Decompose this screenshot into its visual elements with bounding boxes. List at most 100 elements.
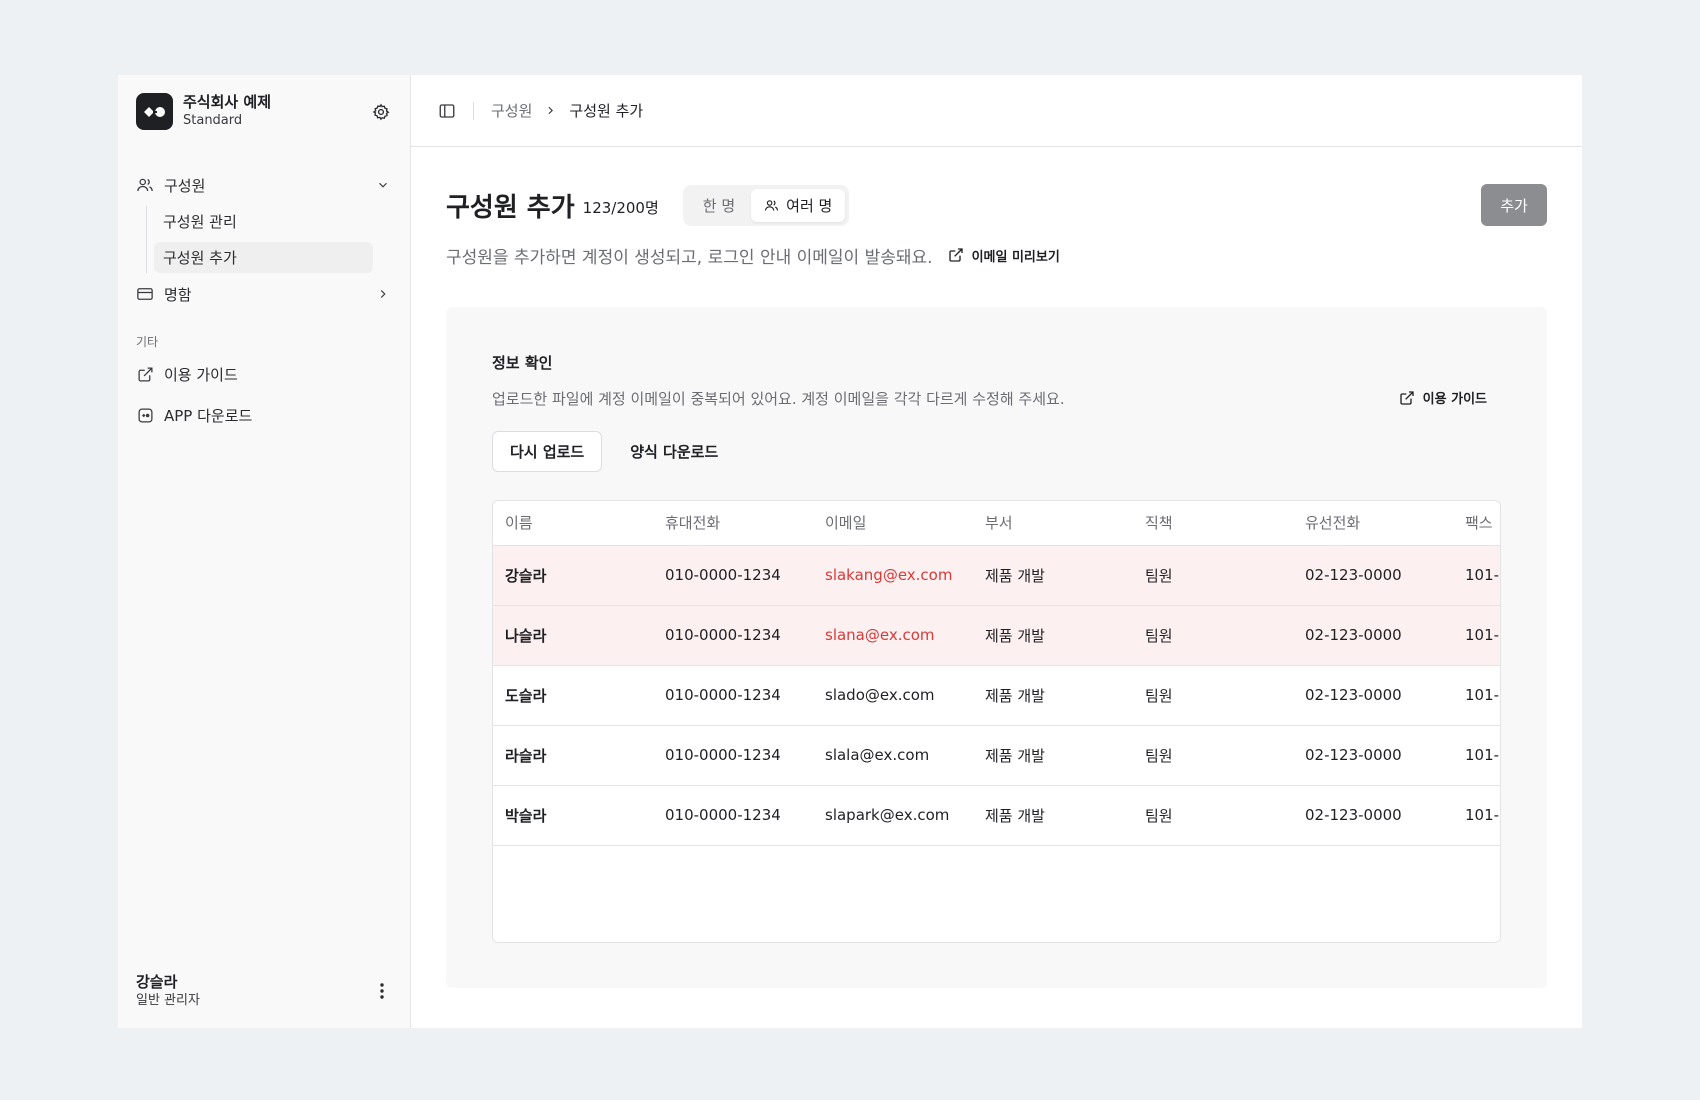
guide-link-label: 이용 가이드 <box>1422 392 1487 407</box>
breadcrumb-current: 구성원 추가 <box>569 102 644 120</box>
cell-mobile: 010-0000-1234 <box>653 605 813 666</box>
main-area: 구성원 구성원 추가 구성원 추가 123/200명 한 명 여러 명 추가 구… <box>411 75 1582 1028</box>
cell-position: 팀원 <box>1133 785 1293 846</box>
add-mode-toggle: 한 명 여러 명 <box>682 184 850 226</box>
chevron-down-icon <box>374 176 392 194</box>
cell-position: 팀원 <box>1133 665 1293 726</box>
add-button[interactable]: 추가 <box>1481 184 1547 226</box>
cell-phone: 02-123-0000 <box>1293 605 1453 666</box>
cell-name: 나슬라 <box>493 605 653 666</box>
app-icon <box>136 406 154 424</box>
kebab-icon[interactable] <box>372 981 392 1001</box>
sidebar-item-label: APP 다운로드 <box>164 406 253 425</box>
users-icon <box>764 198 779 213</box>
logo-icon <box>136 93 173 130</box>
external-link-icon <box>136 365 154 383</box>
cell-email: slado@ex.com <box>813 665 973 726</box>
app-window: 주식회사 예제 Standard 구성원 구성원 관리 구성원 추가 명함 기타… <box>118 75 1582 1028</box>
column-header: 팩스 <box>1453 501 1500 546</box>
sidebar: 주식회사 예제 Standard 구성원 구성원 관리 구성원 추가 명함 기타… <box>118 75 411 1028</box>
cell-position: 팀원 <box>1133 725 1293 786</box>
tab-multiple-label: 여러 명 <box>786 196 833 215</box>
breadcrumb: 구성원 구성원 추가 <box>491 100 643 121</box>
breadcrumb-parent[interactable]: 구성원 <box>491 100 532 121</box>
table-row[interactable]: 라슬라 010-0000-1234 slala@ex.com 제품 개발 팀원 … <box>493 725 1500 786</box>
table-row[interactable]: 강슬라 010-0000-1234 slakang@ex.com 제품 개발 팀… <box>493 545 1500 606</box>
tab-single[interactable]: 한 명 <box>687 189 751 222</box>
sidebar-item-members-manage[interactable]: 구성원 관리 <box>154 206 373 237</box>
info-check-panel: 정보 확인 업로드한 파일에 계정 이메일이 중복되어 있어요. 계정 이메일을… <box>446 307 1547 988</box>
table-header-row: 이름 휴대전화 이메일 부서 직책 유선전화 팩스 <box>493 501 1500 546</box>
sidebar-item-members-add[interactable]: 구성원 추가 <box>154 242 373 273</box>
cell-mobile: 010-0000-1234 <box>653 725 813 786</box>
table-row[interactable]: 도슬라 010-0000-1234 slado@ex.com 제품 개발 팀원 … <box>493 665 1500 726</box>
panel-description: 업로드한 파일에 계정 이메일이 중복되어 있어요. 계정 이메일을 각각 다르… <box>492 390 1065 408</box>
cell-fax: 101- <box>1453 725 1500 786</box>
sidebar-panel-icon[interactable] <box>437 101 457 121</box>
sidebar-item-guide[interactable]: 이용 가이드 <box>136 359 392 389</box>
email-preview-label: 이메일 미리보기 <box>971 249 1060 265</box>
cell-phone: 02-123-0000 <box>1293 725 1453 786</box>
cell-name: 박슬라 <box>493 785 653 846</box>
tab-multiple[interactable]: 여러 명 <box>751 188 846 222</box>
panel-title: 정보 확인 <box>492 354 553 372</box>
members-table: 이름 휴대전화 이메일 부서 직책 유선전화 팩스 강슬라 010-0000-1… <box>493 501 1500 846</box>
page-title: 구성원 추가 <box>446 192 575 223</box>
guide-link[interactable]: 이용 가이드 <box>1399 388 1487 407</box>
members-table-container[interactable]: 이름 휴대전화 이메일 부서 직책 유선전화 팩스 강슬라 010-0000-1… <box>492 500 1501 943</box>
user-role: 일반 관리자 <box>136 993 200 1008</box>
chevron-right-icon <box>374 285 392 303</box>
cell-mobile: 010-0000-1234 <box>653 545 813 606</box>
cell-name: 라슬라 <box>493 725 653 786</box>
cell-fax: 101- <box>1453 605 1500 666</box>
chevron-right-icon <box>544 104 557 117</box>
sidebar-item-label: 구성원 <box>164 176 206 195</box>
cell-email: slapark@ex.com <box>813 785 973 846</box>
table-row[interactable]: 나슬라 010-0000-1234 slana@ex.com 제품 개발 팀원 … <box>493 605 1500 666</box>
users-icon <box>136 176 154 194</box>
cell-dept: 제품 개발 <box>973 725 1133 786</box>
cell-dept: 제품 개발 <box>973 605 1133 666</box>
sidebar-item-members[interactable]: 구성원 <box>136 170 392 200</box>
cell-dept: 제품 개발 <box>973 665 1133 726</box>
column-header: 이름 <box>493 501 653 546</box>
page-description: 구성원을 추가하면 계정이 생성되고, 로그인 안내 이메일이 발송돼요. <box>446 247 933 268</box>
email-preview-link[interactable]: 이메일 미리보기 <box>948 246 1060 265</box>
cell-fax: 101- <box>1453 545 1500 606</box>
column-header: 직책 <box>1133 501 1293 546</box>
cell-mobile: 010-0000-1234 <box>653 785 813 846</box>
topbar: 구성원 구성원 추가 <box>411 75 1582 147</box>
cell-email: slala@ex.com <box>813 725 973 786</box>
panel-actions: 다시 업로드 양식 다운로드 <box>492 431 734 472</box>
sidebar-item-app-download[interactable]: APP 다운로드 <box>136 400 392 430</box>
section-label-etc: 기타 <box>136 335 159 349</box>
cell-mobile: 010-0000-1234 <box>653 665 813 726</box>
table-row[interactable]: 박슬라 010-0000-1234 slapark@ex.com 제품 개발 팀… <box>493 785 1500 846</box>
reupload-button[interactable]: 다시 업로드 <box>492 431 603 472</box>
member-count: 123/200명 <box>582 198 659 217</box>
members-subnav: 구성원 관리 구성원 추가 <box>146 206 392 273</box>
description-row: 구성원을 추가하면 계정이 생성되고, 로그인 안내 이메일이 발송돼요. 이메… <box>446 243 1060 268</box>
topbar-divider <box>473 101 474 120</box>
org-name: 주식회사 예제 <box>183 93 272 111</box>
cell-email[interactable]: slakang@ex.com <box>813 545 973 606</box>
org-plan: Standard <box>183 113 243 128</box>
cell-name: 강슬라 <box>493 545 653 606</box>
user-profile: 강슬라 일반 관리자 <box>136 972 392 1010</box>
cell-email[interactable]: slana@ex.com <box>813 605 973 666</box>
sidebar-nav: 구성원 구성원 관리 구성원 추가 명함 기타 이용 가이드 APP 다운로드 <box>136 170 392 441</box>
sidebar-item-cards[interactable]: 명함 <box>136 279 392 309</box>
column-header: 이메일 <box>813 501 973 546</box>
user-name: 강슬라 <box>136 973 178 991</box>
column-header: 부서 <box>973 501 1133 546</box>
external-link-icon <box>948 247 964 263</box>
template-download-button[interactable]: 양식 다운로드 <box>614 431 734 472</box>
card-icon <box>136 285 154 303</box>
cell-dept: 제품 개발 <box>973 785 1133 846</box>
cell-fax: 101- <box>1453 785 1500 846</box>
gear-icon[interactable] <box>370 101 392 123</box>
column-header: 유선전화 <box>1293 501 1453 546</box>
page-content: 구성원 추가 123/200명 한 명 여러 명 추가 구성원을 추가하면 계정… <box>446 147 1547 1028</box>
tab-single-label: 한 명 <box>702 196 736 215</box>
org-header: 주식회사 예제 Standard <box>136 93 392 130</box>
